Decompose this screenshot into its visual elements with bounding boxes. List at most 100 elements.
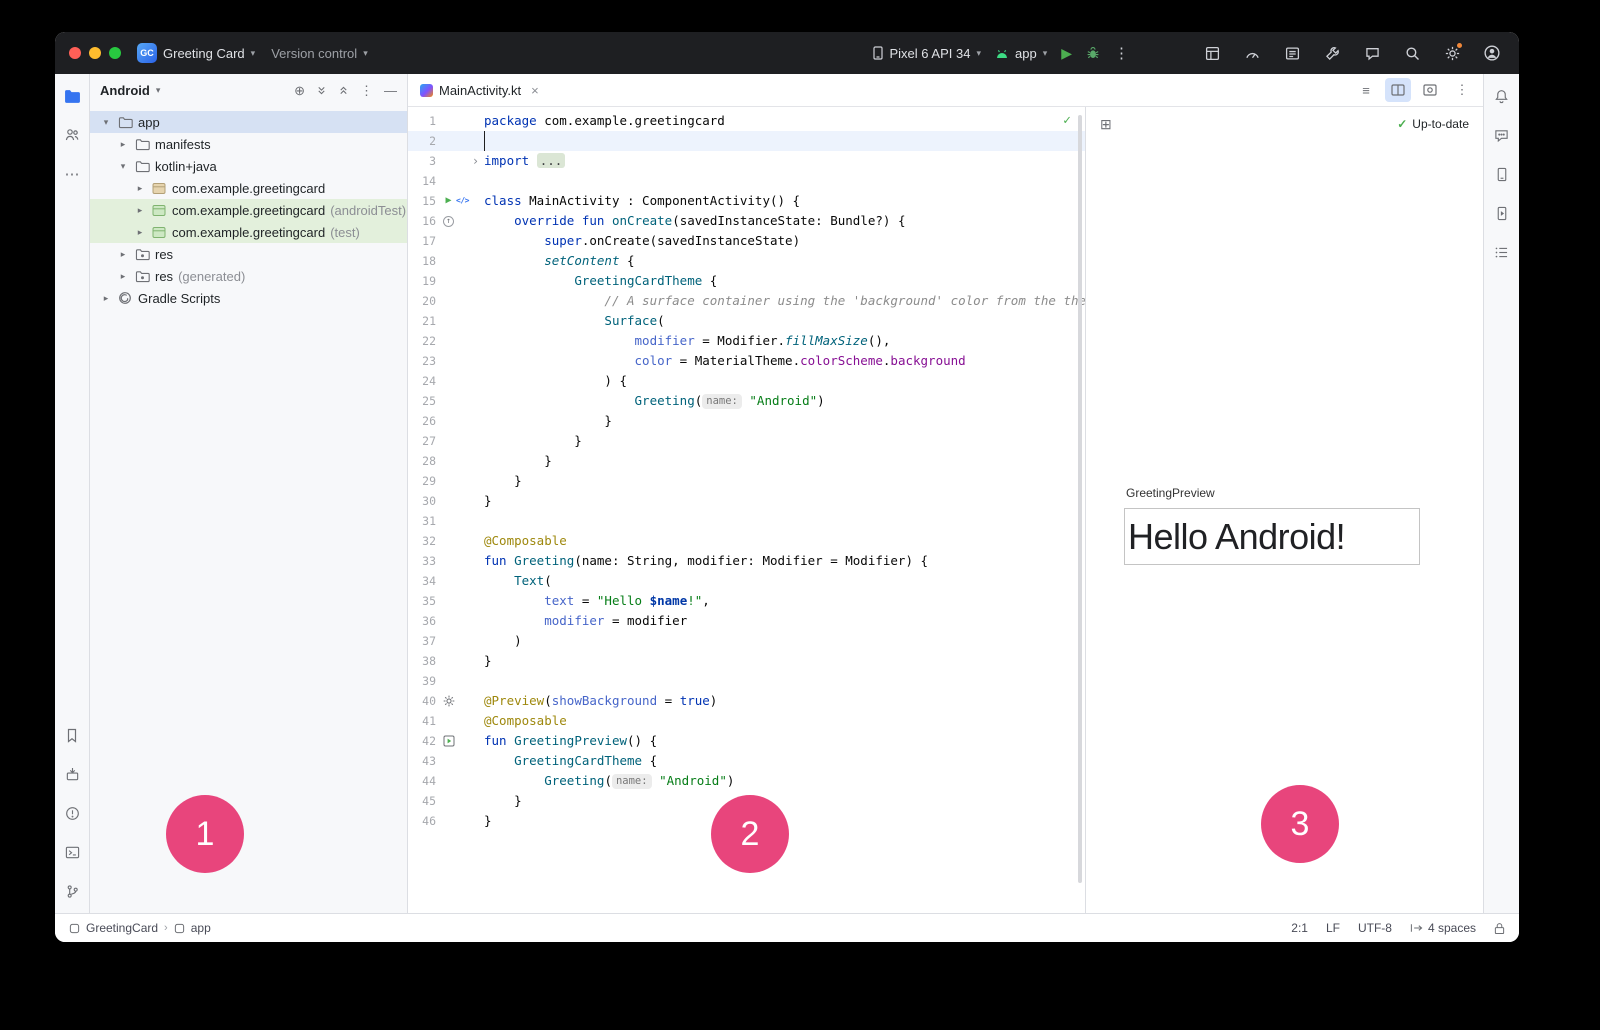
code-text[interactable]: super.onCreate(savedInstanceState)	[484, 231, 1085, 251]
readonly-lock-icon[interactable]	[1494, 922, 1505, 935]
code-text[interactable]: ) {	[484, 371, 1085, 391]
search-icon[interactable]	[1399, 40, 1425, 66]
code-line[interactable]: 33 fun Greeting(name: String, modifier: M…	[408, 551, 1085, 571]
line-number[interactable]: 45	[408, 791, 438, 811]
people-icon[interactable]	[59, 122, 85, 148]
code-line[interactable]: 38}	[408, 651, 1085, 671]
expand-all-icon[interactable]	[316, 85, 327, 96]
code-line[interactable]: 1 package com.example.greetingcard	[408, 111, 1085, 131]
code-line[interactable]: 44 Greeting(name: "Android")	[408, 771, 1085, 791]
code-text[interactable]: package com.example.greetingcard	[484, 111, 1085, 131]
editor-scrollbar[interactable]	[1078, 115, 1082, 883]
code-text[interactable]: modifier = Modifier.fillMaxSize(),	[484, 331, 1085, 351]
line-number[interactable]: 33	[408, 551, 438, 571]
feedback-bubble-icon[interactable]	[1359, 40, 1385, 66]
run-configuration-selector[interactable]: app ▾	[995, 46, 1047, 61]
panel-options-kebab-icon[interactable]: ⋮	[360, 83, 373, 99]
line-number[interactable]: 21	[408, 311, 438, 331]
override-icon[interactable]: ↑	[442, 211, 455, 231]
inspections-ok-icon[interactable]: ✓	[1063, 113, 1071, 128]
line-number[interactable]: 17	[408, 231, 438, 251]
line-number[interactable]: 31	[408, 511, 438, 531]
file-encoding[interactable]: UTF-8	[1358, 921, 1392, 935]
layout-inspector-icon[interactable]	[1199, 40, 1225, 66]
line-number[interactable]: 26	[408, 411, 438, 431]
code-text[interactable]: }	[484, 411, 1085, 431]
code-mode-icon[interactable]: ≡	[1353, 78, 1379, 102]
code-line[interactable]: 29 }	[408, 471, 1085, 491]
code-text[interactable]	[484, 131, 1085, 151]
running-devices-icon[interactable]	[1489, 200, 1515, 226]
tree-item-package-androidtest[interactable]: ▸com.example.greetingcard(androidTest)	[90, 199, 407, 221]
code-line[interactable]: 22 modifier = Modifier.fillMaxSize(),	[408, 331, 1085, 351]
chevron-down-icon[interactable]: ▾	[156, 86, 161, 95]
hide-panel-icon[interactable]: —	[384, 83, 397, 98]
run-button[interactable]: ▶	[1061, 45, 1072, 62]
logcat-icon[interactable]	[1279, 40, 1305, 66]
line-number[interactable]: 28	[408, 451, 438, 471]
code-text[interactable]: }	[484, 791, 1085, 811]
build-icon[interactable]	[59, 761, 85, 787]
tree-item-gradle-scripts[interactable]: ▸Gradle Scripts	[90, 287, 407, 309]
code-line[interactable]: 14	[408, 171, 1085, 191]
code-text[interactable]: GreetingCardTheme {	[484, 751, 1085, 771]
more-actions-kebab-icon[interactable]: ⋮	[1114, 44, 1129, 62]
code-text[interactable]: GreetingCardTheme {	[484, 271, 1085, 291]
line-number[interactable]: 36	[408, 611, 438, 631]
code-line[interactable]: 21 Surface(	[408, 311, 1085, 331]
debug-button[interactable]	[1086, 46, 1100, 60]
line-number[interactable]: 2	[408, 131, 438, 151]
editor-more-kebab-icon[interactable]: ⋮	[1449, 78, 1475, 102]
tab-mainactivity[interactable]: MainActivity.kt ×	[408, 74, 551, 106]
runpreview-icon[interactable]	[442, 731, 455, 751]
code-line[interactable]: 39	[408, 671, 1085, 691]
code-text[interactable]: Greeting(name: "Android")	[484, 391, 1085, 411]
chevron-right-icon[interactable]: ▸	[100, 293, 112, 304]
code-text[interactable]: }	[484, 451, 1085, 471]
code-line[interactable]: 16↑ override fun onCreate(savedInstanceS…	[408, 211, 1085, 231]
line-number[interactable]: 24	[408, 371, 438, 391]
code-text[interactable]: @Preview(showBackground = true)	[484, 691, 1085, 711]
project-folder-icon[interactable]	[59, 83, 85, 109]
line-number[interactable]: 23	[408, 351, 438, 371]
run-icon[interactable]: ▶	[442, 191, 455, 211]
breadcrumb-project[interactable]: GreetingCard	[86, 921, 158, 935]
code-line[interactable]: 35 text = "Hello $name!",	[408, 591, 1085, 611]
tree-item-manifests[interactable]: ▸manifests	[90, 133, 407, 155]
tree-item-package-main[interactable]: ▸com.example.greetingcard	[90, 177, 407, 199]
app-inspection-list-icon[interactable]	[1489, 239, 1515, 265]
code-line[interactable]: 27 }	[408, 431, 1085, 451]
line-number[interactable]: 32	[408, 531, 438, 551]
locate-file-icon[interactable]: ⊕	[294, 83, 305, 99]
line-number[interactable]: 39	[408, 671, 438, 691]
device-selector[interactable]: Pixel 6 API 34 ▾	[872, 46, 981, 61]
terminal-icon[interactable]	[59, 839, 85, 865]
more-tool-windows-icon[interactable]: ⋯	[59, 161, 85, 187]
caret-position[interactable]: 2:1	[1291, 921, 1308, 935]
tree-item-res[interactable]: ▸res	[90, 243, 407, 265]
build-tools-icon[interactable]	[1319, 40, 1345, 66]
code-line[interactable]: 42fun GreetingPreview() {	[408, 731, 1085, 751]
code-line[interactable]: 26 }	[408, 411, 1085, 431]
chevron-down-icon[interactable]: ▾	[117, 161, 129, 172]
device-manager-icon[interactable]	[1489, 161, 1515, 187]
design-mode-icon[interactable]	[1417, 78, 1443, 102]
line-number[interactable]: 22	[408, 331, 438, 351]
code-line[interactable]: 28 }	[408, 451, 1085, 471]
code-text[interactable]: fun Greeting(name: String, modifier: Mod…	[484, 551, 1085, 571]
line-number[interactable]: 29	[408, 471, 438, 491]
chevron-right-icon[interactable]: ▸	[134, 183, 146, 194]
code-text[interactable]: import ...	[484, 151, 1085, 171]
code-text[interactable]	[484, 511, 1085, 531]
chevron-right-icon[interactable]: ▸	[117, 139, 129, 150]
tree-item-app[interactable]: ▾app	[90, 111, 407, 133]
code-text[interactable]: setContent {	[484, 251, 1085, 271]
line-number[interactable]: 1	[408, 111, 438, 131]
code-text[interactable]	[484, 171, 1085, 191]
code-line[interactable]: 15▶</>class MainActivity : ComponentActi…	[408, 191, 1085, 211]
project-view-selector[interactable]: Android	[100, 83, 150, 98]
code-line[interactable]: 18 setContent {	[408, 251, 1085, 271]
grid-view-icon[interactable]: ⊞	[1100, 116, 1112, 133]
code-text[interactable]: Surface(	[484, 311, 1085, 331]
code-text[interactable]: @Composable	[484, 711, 1085, 731]
